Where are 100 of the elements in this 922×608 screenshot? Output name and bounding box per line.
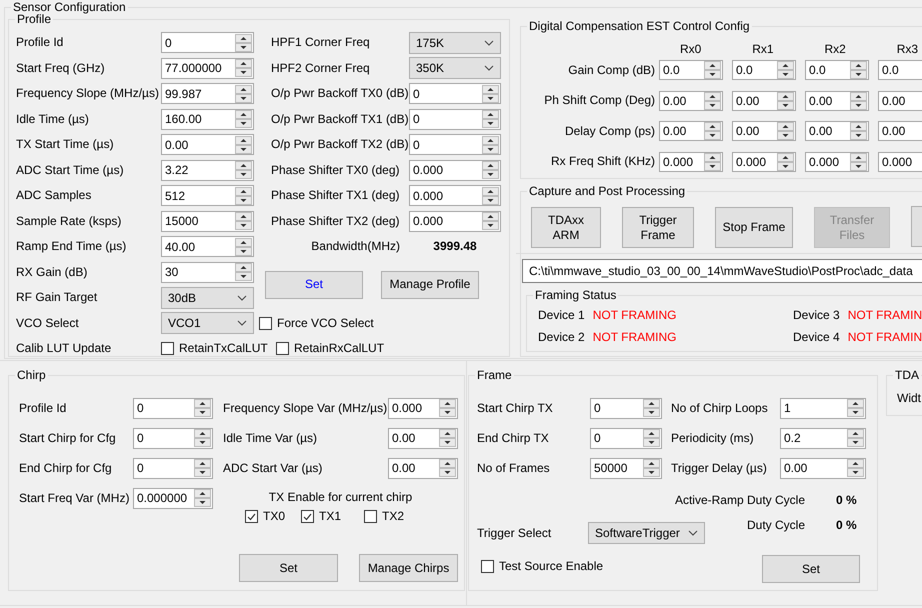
checkbox-label[interactable]: Force VCO Select (277, 316, 374, 330)
number-field[interactable]: 0.0 (732, 60, 796, 80)
checkbox[interactable] (259, 316, 272, 330)
spinner-icon[interactable] (847, 459, 864, 477)
number-field[interactable]: 0.00 (732, 121, 796, 141)
number-field[interactable]: 0.000 (388, 398, 458, 418)
spinner-icon[interactable] (482, 186, 499, 204)
dropdown[interactable]: 175K (409, 32, 501, 54)
dropdown[interactable]: 350K (409, 57, 501, 79)
spinner-icon[interactable] (850, 152, 867, 170)
spinner-icon[interactable] (777, 122, 794, 140)
number-field[interactable]: 99.987 (161, 83, 254, 104)
spinner-icon[interactable] (482, 84, 499, 102)
spinner-icon[interactable] (194, 459, 211, 477)
spinner-icon[interactable] (235, 136, 252, 154)
trigger-frame-button[interactable]: Trigger Frame (622, 207, 694, 248)
dropdown[interactable]: VCO1 (161, 312, 254, 334)
spinner-icon[interactable] (643, 459, 660, 477)
number-field[interactable]: 0.000 (409, 210, 501, 232)
spinner-icon[interactable] (777, 92, 794, 110)
number-field[interactable]: 0.00 (780, 458, 866, 478)
spinner-icon[interactable] (643, 399, 660, 417)
number-field[interactable]: 0.000 (659, 152, 723, 172)
checkbox-label[interactable]: TX1 (319, 509, 342, 524)
set-button[interactable]: Set (239, 554, 338, 582)
number-field[interactable]: 0.0 (878, 60, 922, 80)
spinner-icon[interactable] (235, 161, 252, 179)
spinner-icon[interactable] (235, 59, 252, 77)
checkbox-label[interactable]: TX0 (263, 509, 286, 524)
number-field[interactable]: 0 (161, 32, 254, 53)
number-field[interactable]: 0 (590, 428, 662, 448)
checkbox[interactable] (161, 342, 174, 355)
number-field[interactable]: 0.00 (659, 90, 723, 110)
checkbox-label[interactable]: RetainRxCalLUT (294, 341, 384, 356)
number-field[interactable]: 50000 (590, 458, 662, 478)
number-field[interactable]: 0.00 (805, 121, 869, 141)
number-field[interactable]: 0 (133, 458, 213, 478)
spinner-icon[interactable] (194, 399, 211, 417)
number-field[interactable]: 0.000 (805, 152, 869, 172)
checkbox[interactable] (276, 342, 289, 355)
number-field[interactable]: 512 (161, 185, 254, 206)
number-field[interactable]: 0.00 (878, 121, 922, 141)
number-field[interactable]: 0 (409, 108, 501, 130)
spinner-icon[interactable] (235, 263, 252, 281)
spinner-icon[interactable] (643, 429, 660, 447)
number-field[interactable]: 0 (409, 83, 501, 104)
number-field[interactable]: 3.22 (161, 160, 254, 180)
number-field[interactable]: 0 (590, 398, 662, 418)
spinner-icon[interactable] (235, 110, 252, 128)
spinner-icon[interactable] (482, 110, 499, 128)
number-field[interactable]: 0.2 (780, 428, 866, 448)
checkbox[interactable] (301, 510, 314, 523)
spinner-icon[interactable] (847, 429, 864, 447)
spinner-icon[interactable] (704, 92, 721, 110)
number-field[interactable]: 0.000 (409, 160, 501, 180)
spinner-icon[interactable] (482, 161, 499, 179)
spinner-icon[interactable] (235, 186, 252, 204)
number-field[interactable]: 0.0 (805, 60, 869, 80)
spinner-icon[interactable] (704, 122, 721, 140)
number-field[interactable]: 0 (409, 134, 501, 155)
number-field[interactable]: 0 (133, 428, 213, 448)
number-field[interactable]: 0 (133, 398, 213, 418)
checkbox-label[interactable]: TX2 (382, 509, 404, 524)
path-field[interactable]: C:\ti\mmwave_studio_03_00_00_14\mmWaveStudio\PostProc\adc_data (522, 259, 922, 283)
manage-profile-button[interactable]: Manage Profile (381, 270, 479, 299)
spinner-icon[interactable] (235, 34, 252, 52)
number-field[interactable]: 15000 (161, 210, 254, 232)
number-field[interactable]: 0.00 (878, 90, 922, 110)
spinner-icon[interactable] (777, 152, 794, 170)
spinner-icon[interactable] (194, 429, 211, 447)
set-button[interactable]: Set (265, 270, 363, 299)
number-field[interactable]: 0.000 (732, 152, 796, 172)
spinner-icon[interactable] (850, 122, 867, 140)
dropdown[interactable]: 30dB (161, 286, 254, 308)
manage-chirps-button[interactable]: Manage Chirps (359, 554, 458, 582)
checkbox-label[interactable]: RetainTxCalLUT (179, 341, 268, 356)
number-field[interactable]: 160.00 (161, 108, 254, 130)
spinner-icon[interactable] (439, 399, 456, 417)
number-field[interactable]: 0.0 (659, 60, 723, 80)
number-field[interactable]: 0.00 (388, 428, 458, 448)
spinner-icon[interactable] (704, 61, 721, 79)
number-field[interactable]: 0.00 (805, 90, 869, 110)
number-field[interactable]: 0.000000 (133, 488, 213, 508)
number-field[interactable]: 0.00 (161, 134, 254, 155)
spinner-icon[interactable] (439, 459, 456, 477)
number-field[interactable]: 77.000000 (161, 58, 254, 78)
spinner-icon[interactable] (847, 399, 864, 417)
number-field[interactable]: 40.00 (161, 236, 254, 257)
spinner-icon[interactable] (482, 212, 499, 230)
spinner-icon[interactable] (777, 61, 794, 79)
number-field[interactable]: 30 (161, 262, 254, 282)
checkbox[interactable] (245, 510, 258, 523)
spinner-icon[interactable] (850, 61, 867, 79)
arm-button[interactable]: TDAxx ARM (531, 207, 601, 248)
number-field[interactable]: 0.00 (388, 458, 458, 478)
number-field[interactable]: 0.00 (659, 121, 723, 141)
checkbox[interactable] (364, 510, 377, 523)
spinner-icon[interactable] (482, 136, 499, 154)
spinner-icon[interactable] (850, 92, 867, 110)
spinner-icon[interactable] (194, 489, 211, 507)
